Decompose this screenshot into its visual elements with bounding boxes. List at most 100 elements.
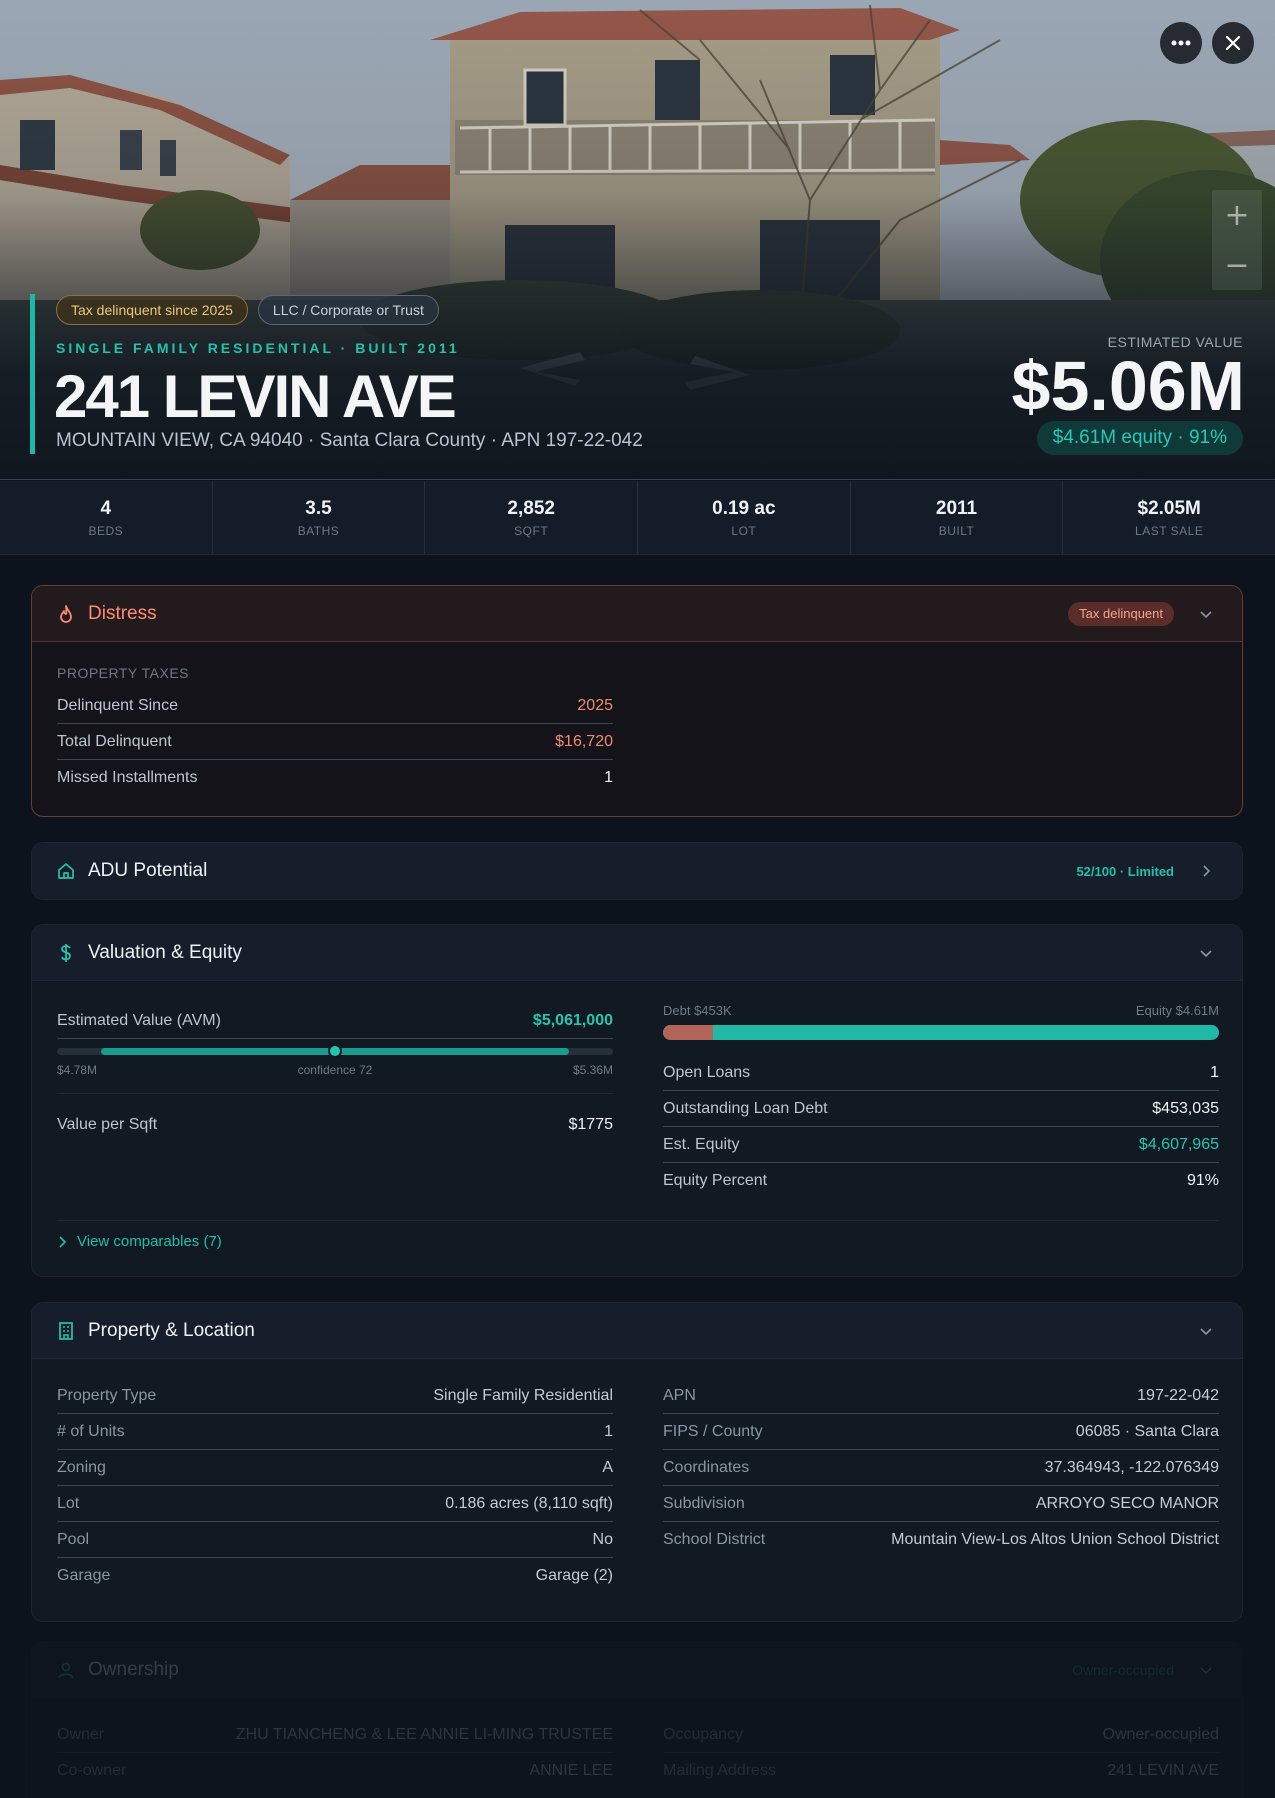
occupancy-row: Occupancy Owner-occupied xyxy=(663,1717,1219,1753)
open-loans-row: Open Loans 1 xyxy=(663,1055,1219,1091)
equity-label: Equity $4.61M xyxy=(1135,1003,1219,1018)
distress-card: Distress Tax delinquent PROPERTY TAXES D… xyxy=(31,585,1243,817)
row-value: 2025 xyxy=(577,696,613,714)
chevron-right-icon[interactable] xyxy=(1194,859,1218,883)
property-taxes-label: PROPERTY TAXES xyxy=(57,665,190,681)
more-icon xyxy=(1171,40,1191,46)
accent-bar xyxy=(30,294,35,454)
stat-value: 3.5 xyxy=(305,497,332,519)
property-title: Property & Location xyxy=(88,1319,255,1341)
lot-row: Lot 0.186 acres (8,110 sqft) xyxy=(57,1486,613,1522)
coordinates-row: Coordinates 37.364943, -122.076349 xyxy=(663,1450,1219,1486)
debt-equity-bar xyxy=(663,1025,1219,1040)
avm-label: Estimated Value (AVM) xyxy=(57,1011,221,1029)
user-icon xyxy=(56,1660,76,1680)
stat-value: 2011 xyxy=(935,497,978,519)
tax-delinquent-badge: Tax delinquent xyxy=(1068,601,1174,626)
flame-icon xyxy=(56,604,76,624)
row-label: Total Delinquent xyxy=(57,732,172,750)
chevron-down-icon[interactable] xyxy=(1194,941,1218,965)
ownership-card: Ownership Owner-occupied Owner ZHU TIANCH… xyxy=(31,1641,1243,1798)
owner-occupied-badge: Owner-occupied xyxy=(1072,1661,1174,1678)
fips-county-row: FIPS / County 06085 · Santa Clara xyxy=(663,1414,1219,1450)
row-value: Owner-occupied xyxy=(1102,1725,1220,1743)
zoom-in-button[interactable]: + xyxy=(1212,190,1262,240)
row-value: Single Family Residential xyxy=(433,1386,613,1404)
stat-label: LAST SALE xyxy=(1135,523,1204,538)
stat-value: $2.05M xyxy=(1137,497,1201,519)
row-label: Zoning xyxy=(57,1458,106,1476)
view-comparables-link[interactable]: View comparables (7) xyxy=(57,1233,222,1250)
stat-sqft: 2,852 SQFT xyxy=(425,481,639,554)
view-comparables-label: View comparables (7) xyxy=(77,1233,222,1250)
row-value: $4,607,965 xyxy=(1138,1135,1219,1153)
row-label: Lot xyxy=(57,1494,80,1512)
property-header[interactable]: Property & Location xyxy=(32,1303,1242,1359)
row-value: 0.186 acres (8,110 sqft) xyxy=(445,1494,613,1512)
map-zoom-control: + − xyxy=(1212,190,1262,290)
stats-bar: 4 BEDS 3.5 BATHS 2,852 SQFT 0.19 ac LOT 2011… xyxy=(0,481,1275,555)
adu-title: ADU Potential xyxy=(88,860,208,881)
hero-section: + − Tax delinquent since 2025 LLC / Corp… xyxy=(0,0,1275,480)
equity-percent-row: Equity Percent 91% xyxy=(663,1163,1219,1199)
est-equity-row: Est. Equity $4,607,965 xyxy=(663,1127,1219,1163)
row-label: Co-owner xyxy=(57,1762,127,1779)
row-label: Delinquent Since xyxy=(57,696,178,714)
zoom-out-button[interactable]: − xyxy=(1212,240,1262,290)
loan-debt-row: Outstanding Loan Debt $453,035 xyxy=(663,1091,1219,1127)
tax-delinquent-tag: Tax delinquent since 2025 xyxy=(56,295,248,325)
home-icon xyxy=(56,861,76,881)
row-value: 1 xyxy=(604,769,613,786)
subdivision-row: Subdivision ARROYO SECO MANOR xyxy=(663,1486,1219,1522)
row-label: FIPS / County xyxy=(663,1422,763,1440)
value-per-sqft-row: Value per Sqft $1775 xyxy=(57,1107,613,1143)
distress-header[interactable]: Distress Tax delinquent xyxy=(32,586,1242,642)
row-label: Subdivision xyxy=(663,1494,745,1512)
building-icon xyxy=(56,1321,76,1341)
row-value: $1775 xyxy=(568,1116,614,1133)
units-row: # of Units 1 xyxy=(57,1414,613,1450)
row-value: Mountain View-Los Altos Union School Dis… xyxy=(891,1531,1219,1548)
row-label: Equity Percent xyxy=(663,1172,768,1189)
range-high-label: $5.36M xyxy=(572,1063,613,1077)
avm-range-track xyxy=(57,1044,613,1058)
close-button[interactable] xyxy=(1212,22,1254,64)
ownership-title: Ownership xyxy=(88,1658,179,1680)
chevron-right-icon xyxy=(59,1235,67,1248)
property-subtitle: SINGLE FAMILY RESIDENTIAL · BUILT 2011 xyxy=(56,340,460,356)
stat-label: LOT xyxy=(731,523,757,538)
ownership-header[interactable]: Ownership Owner-occupied xyxy=(32,1642,1242,1698)
adu-header[interactable]: ADU Potential 52/100 · Limited xyxy=(32,843,1242,899)
row-value: 06085 · Santa Clara xyxy=(1075,1422,1219,1440)
debt-fill xyxy=(663,1025,714,1040)
chevron-down-icon[interactable] xyxy=(1194,1319,1218,1343)
row-value: 37.364943, -122.076349 xyxy=(1044,1458,1219,1476)
row-label: Pool xyxy=(57,1530,90,1548)
apn-row: APN 197-22-042 xyxy=(663,1378,1219,1414)
valuation-header[interactable]: Valuation & Equity xyxy=(32,925,1242,981)
row-label: Garage xyxy=(57,1567,111,1584)
chevron-down-icon[interactable] xyxy=(1194,602,1218,626)
chevron-down-icon[interactable] xyxy=(1194,1658,1218,1682)
row-label: School District xyxy=(663,1531,766,1548)
row-value: 91% xyxy=(1186,1172,1219,1189)
row-value: 197-22-042 xyxy=(1137,1386,1219,1404)
stat-label: BEDS xyxy=(88,523,124,538)
adu-potential-card[interactable]: ADU Potential 52/100 · Limited xyxy=(31,842,1243,900)
co-owner-row: Co-owner ANNIE LEE xyxy=(57,1753,613,1789)
stat-beds: 4 BEDS xyxy=(0,481,213,554)
owner-row: Owner ZHU TIANCHENG & LEE ANNIE LI-MING T… xyxy=(57,1717,613,1753)
stat-baths: 3.5 BATHS xyxy=(213,481,426,554)
row-label: Property Type xyxy=(57,1386,157,1404)
stat-built: 2011 BUILT xyxy=(851,481,1064,554)
valuation-title: Valuation & Equity xyxy=(88,941,242,963)
row-value: 1 xyxy=(1210,1063,1219,1081)
missed-installments-row: Missed Installments 1 xyxy=(57,760,613,796)
row-value: $16,720 xyxy=(555,732,613,750)
stat-value: 4 xyxy=(100,497,112,519)
row-value: 241 LEVIN AVE xyxy=(1107,1762,1219,1779)
equity-pill: $4.61M equity · 91% xyxy=(1036,421,1243,455)
stat-label: BUILT xyxy=(938,523,975,538)
more-options-button[interactable] xyxy=(1160,22,1202,64)
row-value: ANNIE LEE xyxy=(529,1762,613,1779)
